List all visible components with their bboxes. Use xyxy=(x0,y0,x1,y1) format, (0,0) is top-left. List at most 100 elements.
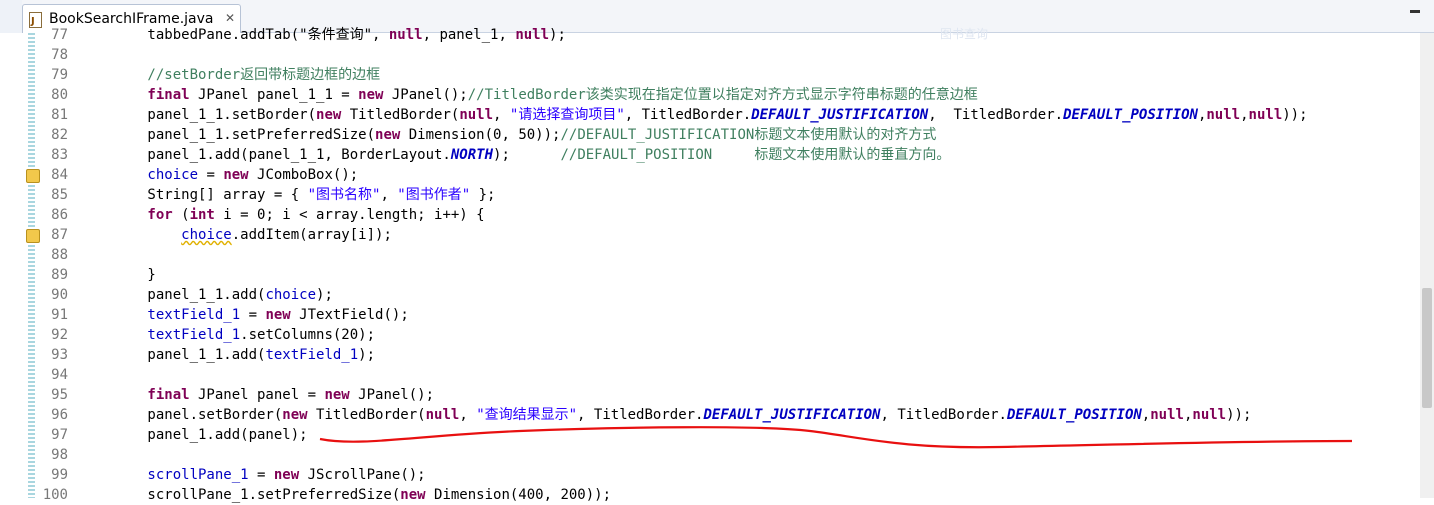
code-token: )); xyxy=(1282,107,1308,123)
code-line[interactable]: choice = new JComboBox(); xyxy=(80,165,1308,185)
change-ruler xyxy=(28,33,35,498)
code-line[interactable]: //setBorder返回带标题边框的边框 xyxy=(80,65,1308,85)
line-number: 94 xyxy=(51,367,68,383)
line-number: 96 xyxy=(51,407,68,423)
code-token: //TitledBorder该类实现在指定位置以指定对齐方式显示字符串标题的任意… xyxy=(467,87,978,103)
code-line[interactable]: final JPanel panel_1_1 = new JPanel();//… xyxy=(80,85,1308,105)
code-line[interactable]: } xyxy=(80,265,1308,285)
code-token: null xyxy=(1206,107,1241,123)
code-line[interactable]: for (int i = 0; i < array.length; i++) { xyxy=(80,205,1308,225)
code-line[interactable]: panel_1_1.add(choice); xyxy=(80,285,1308,305)
code-token: i = 0; i < array.length; i++) { xyxy=(214,207,485,223)
line-number: 88 xyxy=(51,247,68,263)
line-number: 78 xyxy=(51,47,68,63)
code-token: new xyxy=(273,467,300,483)
code-line[interactable]: panel_1.add(panel_1_1, BorderLayout.NORT… xyxy=(80,145,1308,165)
line-number: 90 xyxy=(51,287,68,303)
code-token: , panel_1, xyxy=(422,27,516,43)
warning-icon[interactable] xyxy=(26,169,40,183)
code-token: choice xyxy=(181,227,232,243)
code-line[interactable]: tabbedPane.addTab("条件查询", null, panel_1,… xyxy=(80,25,1308,45)
line-numbers: 77 78 79 80 81 82 83 84 85 86 87 88 89 90 91 92 93 94 95 96… xyxy=(36,25,68,505)
minimize-icon[interactable] xyxy=(1410,10,1420,13)
line-number: 84 xyxy=(51,167,68,183)
code-token: NORTH xyxy=(450,147,494,163)
vertical-scrollbar[interactable] xyxy=(1420,33,1434,498)
code-token: JPanel(); xyxy=(349,387,435,403)
code-token: final xyxy=(80,387,190,403)
code-line[interactable]: scrollPane_1 = new JScrollPane(); xyxy=(80,465,1308,485)
code-token: null xyxy=(425,407,460,423)
code-token: DEFAULT_JUSTIFICATION xyxy=(703,407,881,423)
svg-text:J: J xyxy=(30,16,35,27)
code-token: = xyxy=(198,167,224,183)
code-token: "图书作者" xyxy=(397,187,471,203)
code-line[interactable]: textField_1 = new JTextField(); xyxy=(80,305,1308,325)
scrollbar-thumb[interactable] xyxy=(1422,288,1432,408)
code-token: Dimension(400, 200)); xyxy=(425,487,612,503)
code-token: scrollPane_1.setPreferredSize( xyxy=(80,487,401,503)
code-token: , xyxy=(380,187,398,203)
code-token: .addItem(array[i]); xyxy=(231,227,392,243)
code-token: TitledBorder( xyxy=(307,407,426,423)
code-token: null xyxy=(459,107,494,123)
code-line[interactable]: panel_1_1.add(textField_1); xyxy=(80,345,1308,365)
code-token: ); xyxy=(358,347,376,363)
line-number: 95 xyxy=(51,387,68,403)
code-line[interactable]: String[] array = { "图书名称", "图书作者" }; xyxy=(80,185,1308,205)
code-token: JPanel panel = xyxy=(189,387,325,403)
code-token: null xyxy=(1150,407,1184,423)
code-token: JComboBox(); xyxy=(248,167,359,183)
code-token: choice xyxy=(265,287,317,303)
code-token: , TitledBorder. xyxy=(577,407,704,423)
code-token: ); xyxy=(316,287,333,303)
code-line[interactable]: textField_1.setColumns(20); xyxy=(80,325,1308,345)
code-editor[interactable]: 77 78 79 80 81 82 83 84 85 86 87 88 89 90 91 92 93 94 95 96… xyxy=(0,27,1434,503)
code-line[interactable]: choice.addItem(array[i]); xyxy=(80,225,1308,245)
code-token: new xyxy=(282,407,308,423)
code-token: .setColumns(20); xyxy=(240,327,376,343)
code-line[interactable]: final JPanel panel = new JPanel(); xyxy=(80,385,1308,405)
code-token: new xyxy=(358,87,384,103)
warning-icon[interactable] xyxy=(26,229,40,243)
code-token: //DEFAULT_JUSTIFICATION标题文本使用默认的对齐方式 xyxy=(560,127,937,143)
code-token: , TitledBorder. xyxy=(928,107,1064,123)
code-token: Dimension(0, 50)); xyxy=(400,127,561,143)
code-text[interactable]: tabbedPane.addTab("条件查询", null, panel_1,… xyxy=(80,25,1308,505)
line-number: 99 xyxy=(51,467,68,483)
code-line[interactable]: panel_1.add(panel); xyxy=(80,425,1308,445)
code-token: panel_1.add(panel_1_1, BorderLayout. xyxy=(80,147,451,163)
code-token: = xyxy=(248,467,274,483)
code-token: DEFAULT_JUSTIFICATION xyxy=(751,107,929,123)
code-line[interactable] xyxy=(80,245,1308,265)
code-token: JTextField(); xyxy=(290,307,409,323)
code-token: }; xyxy=(470,187,496,203)
code-token: , xyxy=(1240,107,1249,123)
code-token: new xyxy=(316,107,342,123)
close-icon[interactable]: ✕ xyxy=(225,11,235,25)
code-token: new xyxy=(324,387,350,403)
code-line[interactable] xyxy=(80,365,1308,385)
code-line[interactable]: panel_1_1.setBorder(new TitledBorder(nul… xyxy=(80,105,1308,125)
line-number: 97 xyxy=(51,427,68,443)
code-line[interactable] xyxy=(80,45,1308,65)
code-token: for xyxy=(80,207,173,223)
line-number: 100 xyxy=(42,487,68,503)
code-token: new xyxy=(400,487,426,503)
code-line[interactable]: panel.setBorder(new TitledBorder(null, "… xyxy=(80,405,1308,425)
code-token: panel_1_1.add( xyxy=(80,347,266,363)
code-token: null xyxy=(1192,407,1227,423)
code-token: null xyxy=(1248,107,1283,123)
code-line[interactable]: scrollPane_1.setPreferredSize(new Dimens… xyxy=(80,485,1308,505)
code-token: textField_1 xyxy=(80,307,241,323)
code-token: DEFAULT_POSITION xyxy=(1063,107,1198,123)
code-token: JScrollPane(); xyxy=(299,467,426,483)
code-token: new xyxy=(265,307,291,323)
code-token: panel_1_1.setPreferredSize( xyxy=(80,127,376,143)
code-line[interactable] xyxy=(80,445,1308,465)
code-token: "图书名称" xyxy=(307,187,381,203)
code-token: "查询结果显示" xyxy=(476,407,578,423)
code-line[interactable]: panel_1_1.setPreferredSize(new Dimension… xyxy=(80,125,1308,145)
line-number: 93 xyxy=(51,347,68,363)
